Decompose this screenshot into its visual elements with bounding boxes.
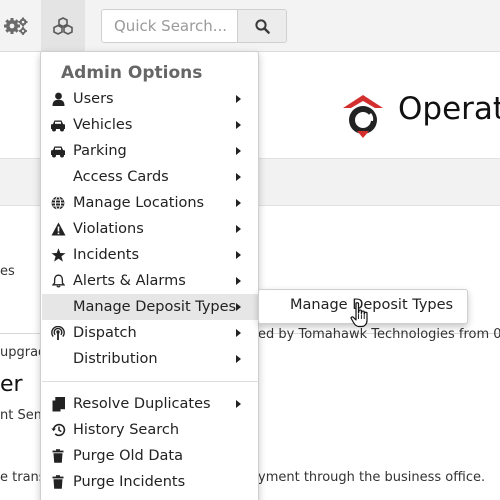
menu-item-label: Alerts & Alarms [73,273,186,289]
menu-item-label: Distribution [73,351,158,367]
menu-item-purge-old-data[interactable]: Purge Old Data [42,443,258,469]
menu-header: Admin Options [61,63,203,83]
menu-item-label: Incidents [73,247,140,263]
credit-text: ed by Tomahawk Technologies from 000 [258,327,500,342]
menu-item-label: Access Cards [73,169,169,185]
gears-icon [4,17,28,35]
menu-item-access-cards[interactable]: Access Cards [42,164,258,190]
history-icon [50,422,66,438]
menu-item-users[interactable]: Users [42,86,258,112]
caret-right-icon [236,147,241,155]
globe-icon [50,195,66,211]
search-icon [254,18,270,34]
quick-search [101,9,287,43]
menu-item-purge-incidents[interactable]: Purge Incidents [42,469,258,495]
bell-icon [50,273,66,289]
menu-item-parking[interactable]: Parking [42,138,258,164]
quick-search-input[interactable] [102,10,237,42]
menu-item-dispatch[interactable]: Dispatch [42,320,258,346]
menu-item-violations[interactable]: Violations [42,216,258,242]
menu-separator [42,381,258,382]
menu-item-manage-deposit-types[interactable]: Manage Deposit Types [42,294,258,320]
menu-item-history-search[interactable]: History Search [42,417,258,443]
menu-item-label: Dispatch [73,325,137,341]
caret-right-icon [236,303,241,311]
menu-item-incidents[interactable]: Incidents [42,242,258,268]
menu-item-alerts-alarms[interactable]: Alerts & Alarms [42,268,258,294]
menu-item-vehicles[interactable]: Vehicles [42,112,258,138]
settings-gears-button[interactable] [0,0,38,52]
user-icon [50,91,66,107]
star-icon [50,247,66,263]
menu-item-label: Parking [73,143,127,159]
background-text: es [0,264,15,279]
menu-item-manage-locations[interactable]: Manage Locations [42,190,258,216]
menu-item-distribution[interactable]: Distribution [42,346,258,372]
caret-right-icon [236,355,241,363]
menu-item-label: Vehicles [73,117,133,133]
podcast-icon [50,325,66,341]
caret-right-icon [236,95,241,103]
hand-pointer-cursor-icon [350,302,370,332]
footer-text: e trans [0,470,46,485]
caret-right-icon [236,225,241,233]
footer-text: yment through the business office. [258,470,486,485]
caret-right-icon [236,173,241,181]
admin-options-menu: Admin Options Users Vehicles Parking Acc… [40,51,259,500]
copy-icon [50,396,66,412]
search-button[interactable] [237,10,286,42]
section-heading: er [0,372,23,397]
menu-item-resolve-duplicates[interactable]: Resolve Duplicates [42,391,258,417]
menu-item-label: Violations [73,221,144,237]
caret-right-icon [236,329,241,337]
trash-icon [50,448,66,464]
caret-right-icon [236,251,241,259]
caret-right-icon [236,199,241,207]
menu-item-label: Manage Locations [73,195,205,211]
menu-item-label: Purge Old Data [73,448,183,464]
submenu-item-manage-deposit-types[interactable]: Manage Deposit Types [290,297,453,313]
admin-options-button[interactable] [41,0,85,52]
top-bar [0,0,500,52]
car-icon [50,117,66,133]
menu-item-label: Users [73,91,114,107]
menu-item-label: Purge Incidents [73,474,186,490]
menu-item-label: Manage Deposit Types [73,299,237,315]
caret-right-icon [236,400,241,408]
brand-logo [340,91,386,143]
menu-item-label: Resolve Duplicates [73,396,211,412]
brand-title: Operat [398,91,500,127]
warning-icon [50,221,66,237]
cubes-icon [53,17,73,35]
caret-right-icon [236,277,241,285]
caret-right-icon [236,121,241,129]
parking-icon [50,143,66,159]
trash-icon [50,474,66,490]
menu-item-label: History Search [73,422,180,438]
